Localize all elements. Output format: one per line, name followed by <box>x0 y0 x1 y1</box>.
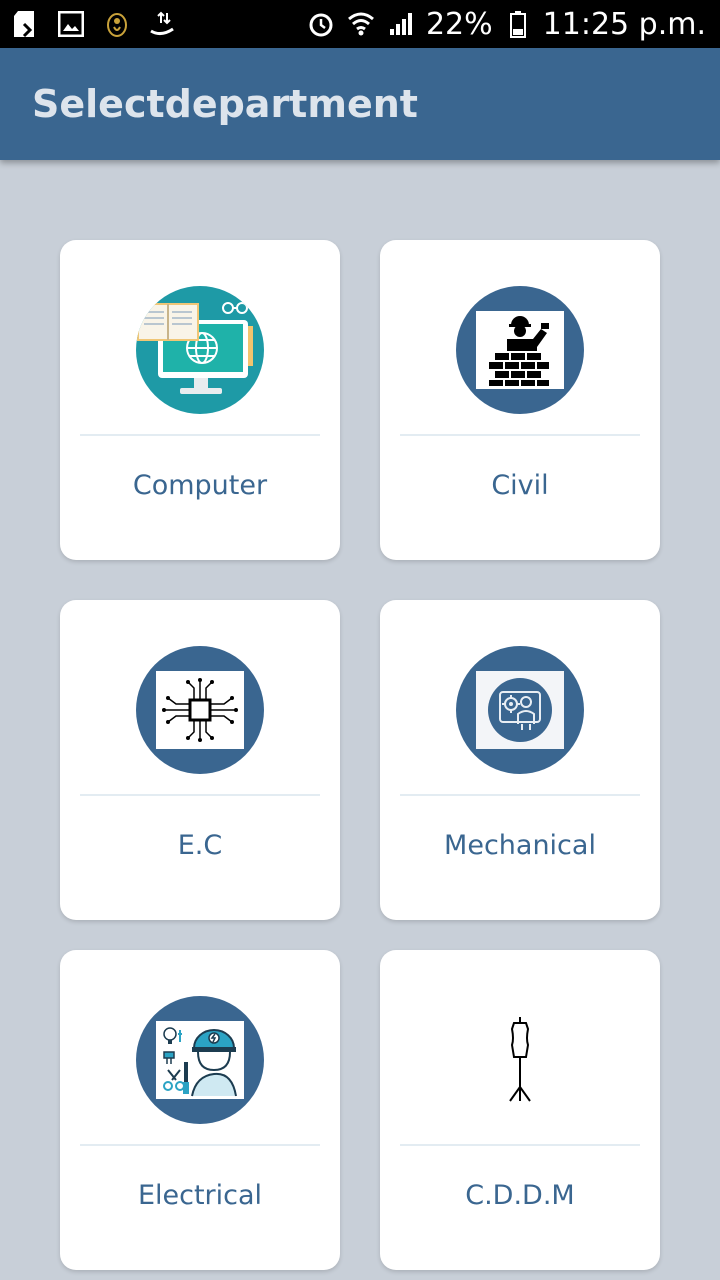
clock: 11:25 p.m. <box>542 6 706 42</box>
department-card-civil[interactable]: Civil <box>380 240 660 560</box>
page-title: Selectdepartment <box>32 82 418 126</box>
department-card-mechanical[interactable]: Mechanical <box>380 600 660 920</box>
computer-icon <box>136 286 264 414</box>
department-label: C.D.D.M <box>465 1180 575 1211</box>
department-label: Computer <box>132 470 268 501</box>
battery-percent: 22% <box>425 6 493 42</box>
dress-form-icon <box>456 996 584 1124</box>
app-bar: Selectdepartment <box>0 48 720 160</box>
gallery-icon <box>56 9 86 39</box>
department-card-computer[interactable]: Computer <box>60 240 340 560</box>
circuit-chip-icon <box>136 646 264 774</box>
wifi-icon <box>346 9 376 39</box>
card-divider <box>80 1144 320 1146</box>
department-label: Electrical <box>137 1180 263 1211</box>
card-divider <box>400 1144 640 1146</box>
card-divider <box>80 434 320 436</box>
alarm-icon <box>306 9 336 39</box>
card-divider <box>80 794 320 796</box>
signal-icon <box>386 9 416 39</box>
sd-card-icon <box>10 9 40 39</box>
electrician-icon <box>136 996 264 1124</box>
transfer-icon <box>148 9 178 39</box>
ganesha-icon <box>102 9 132 39</box>
department-label: E.C <box>177 830 223 861</box>
status-bar: 22% 11:25 p.m. <box>0 0 720 48</box>
construction-worker-icon <box>456 286 584 414</box>
department-label: Civil <box>491 470 549 501</box>
card-divider <box>400 434 640 436</box>
department-card-electrical[interactable]: Electrical <box>60 950 340 1270</box>
department-card-ec[interactable]: E.C <box>60 600 340 920</box>
battery-icon <box>503 9 533 39</box>
card-divider <box>400 794 640 796</box>
engineer-gear-icon <box>456 646 584 774</box>
department-card-cddm[interactable]: C.D.D.M <box>380 950 660 1270</box>
department-label: Mechanical <box>444 830 596 861</box>
